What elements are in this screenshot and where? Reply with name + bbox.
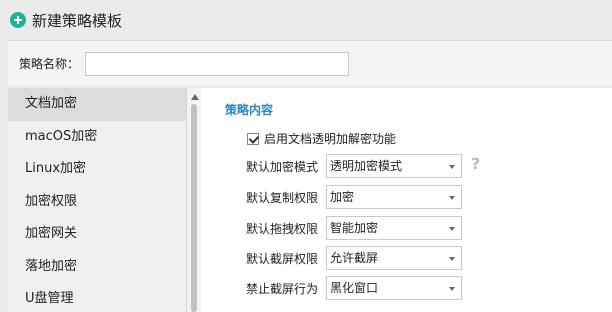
sidebar-item-encryption-gateway[interactable]: 加密网关 [8, 218, 186, 251]
policy-name-label: 策略名称： [19, 57, 80, 71]
default-screenshot-permission-select[interactable]: 允许截屏 [326, 246, 462, 270]
default-drag-permission-label: 默认拖拽权限 [246, 221, 319, 236]
question-mark-icon[interactable]: ? [471, 154, 480, 173]
block-screenshot-behavior-value: 黑化窗口 [330, 281, 379, 295]
policy-content-panel: 策略内容 启用文档透明加解密功能 默认加密模式 透明加密模式 ? 默认复制权限 … [186, 88, 612, 312]
app-plus-icon [10, 12, 26, 28]
default-encrypt-mode-select[interactable]: 透明加密模式 [326, 154, 462, 178]
block-screenshot-behavior-label: 禁止截屏行为 [246, 281, 319, 296]
default-encrypt-mode-row: 默认加密模式 透明加密模式 [246, 154, 462, 178]
sidebar-nav: 文档加密 macOS加密 Linux加密 加密权限 加密网关 落地加密 U盘管理 [8, 88, 186, 312]
title-bar: 新建策略模板 [0, 0, 612, 40]
block-screenshot-behavior-select[interactable]: 黑化窗口 [326, 276, 462, 300]
dropdown-caret-icon [449, 165, 455, 169]
transparent-encrypt-label: 启用文档透明加解密功能 [264, 132, 397, 146]
scroll-up-arrow-icon[interactable] [191, 94, 199, 100]
block-screenshot-behavior-row: 禁止截屏行为 黑化窗口 [246, 276, 462, 300]
transparent-encrypt-checkbox[interactable] [247, 132, 259, 145]
default-screenshot-permission-row: 默认截屏权限 允许截屏 [246, 246, 462, 270]
window-title: 新建策略模板 [32, 11, 123, 30]
section-title: 策略内容 [225, 103, 274, 117]
dropdown-caret-icon [449, 227, 455, 231]
default-drag-permission-select[interactable]: 智能加密 [326, 216, 462, 240]
vertical-scrollbar[interactable] [187, 88, 201, 312]
default-copy-permission-label: 默认复制权限 [246, 190, 319, 205]
default-screenshot-permission-value: 允许截屏 [330, 251, 379, 265]
sidebar-item-linux-encryption[interactable]: Linux加密 [8, 153, 186, 186]
policy-name-row: 策略名称： [8, 40, 612, 86]
default-copy-permission-select[interactable]: 加密 [326, 185, 462, 209]
sidebar-item-landing-encryption[interactable]: 落地加密 [8, 251, 186, 284]
dropdown-caret-icon [449, 257, 455, 261]
dropdown-caret-icon [449, 287, 455, 291]
default-drag-permission-row: 默认拖拽权限 智能加密 [246, 216, 462, 240]
sidebar-item-macos-encryption[interactable]: macOS加密 [8, 121, 186, 154]
dropdown-caret-icon [449, 196, 455, 200]
default-encrypt-mode-value: 透明加密模式 [330, 159, 403, 173]
sidebar-item-document-encryption[interactable]: 文档加密 [8, 88, 186, 121]
scroll-thumb[interactable] [191, 104, 197, 312]
transparent-encrypt-option[interactable]: 启用文档透明加解密功能 [247, 130, 396, 147]
default-copy-permission-value: 加密 [330, 190, 355, 204]
policy-name-input[interactable] [85, 52, 349, 76]
default-encrypt-mode-label: 默认加密模式 [246, 159, 319, 174]
default-drag-permission-value: 智能加密 [330, 221, 379, 235]
default-screenshot-permission-label: 默认截屏权限 [246, 251, 319, 266]
sidebar-item-encryption-permissions[interactable]: 加密权限 [8, 186, 186, 219]
default-copy-permission-row: 默认复制权限 加密 [246, 185, 462, 209]
sidebar-item-usb-management[interactable]: U盘管理 [8, 283, 186, 312]
